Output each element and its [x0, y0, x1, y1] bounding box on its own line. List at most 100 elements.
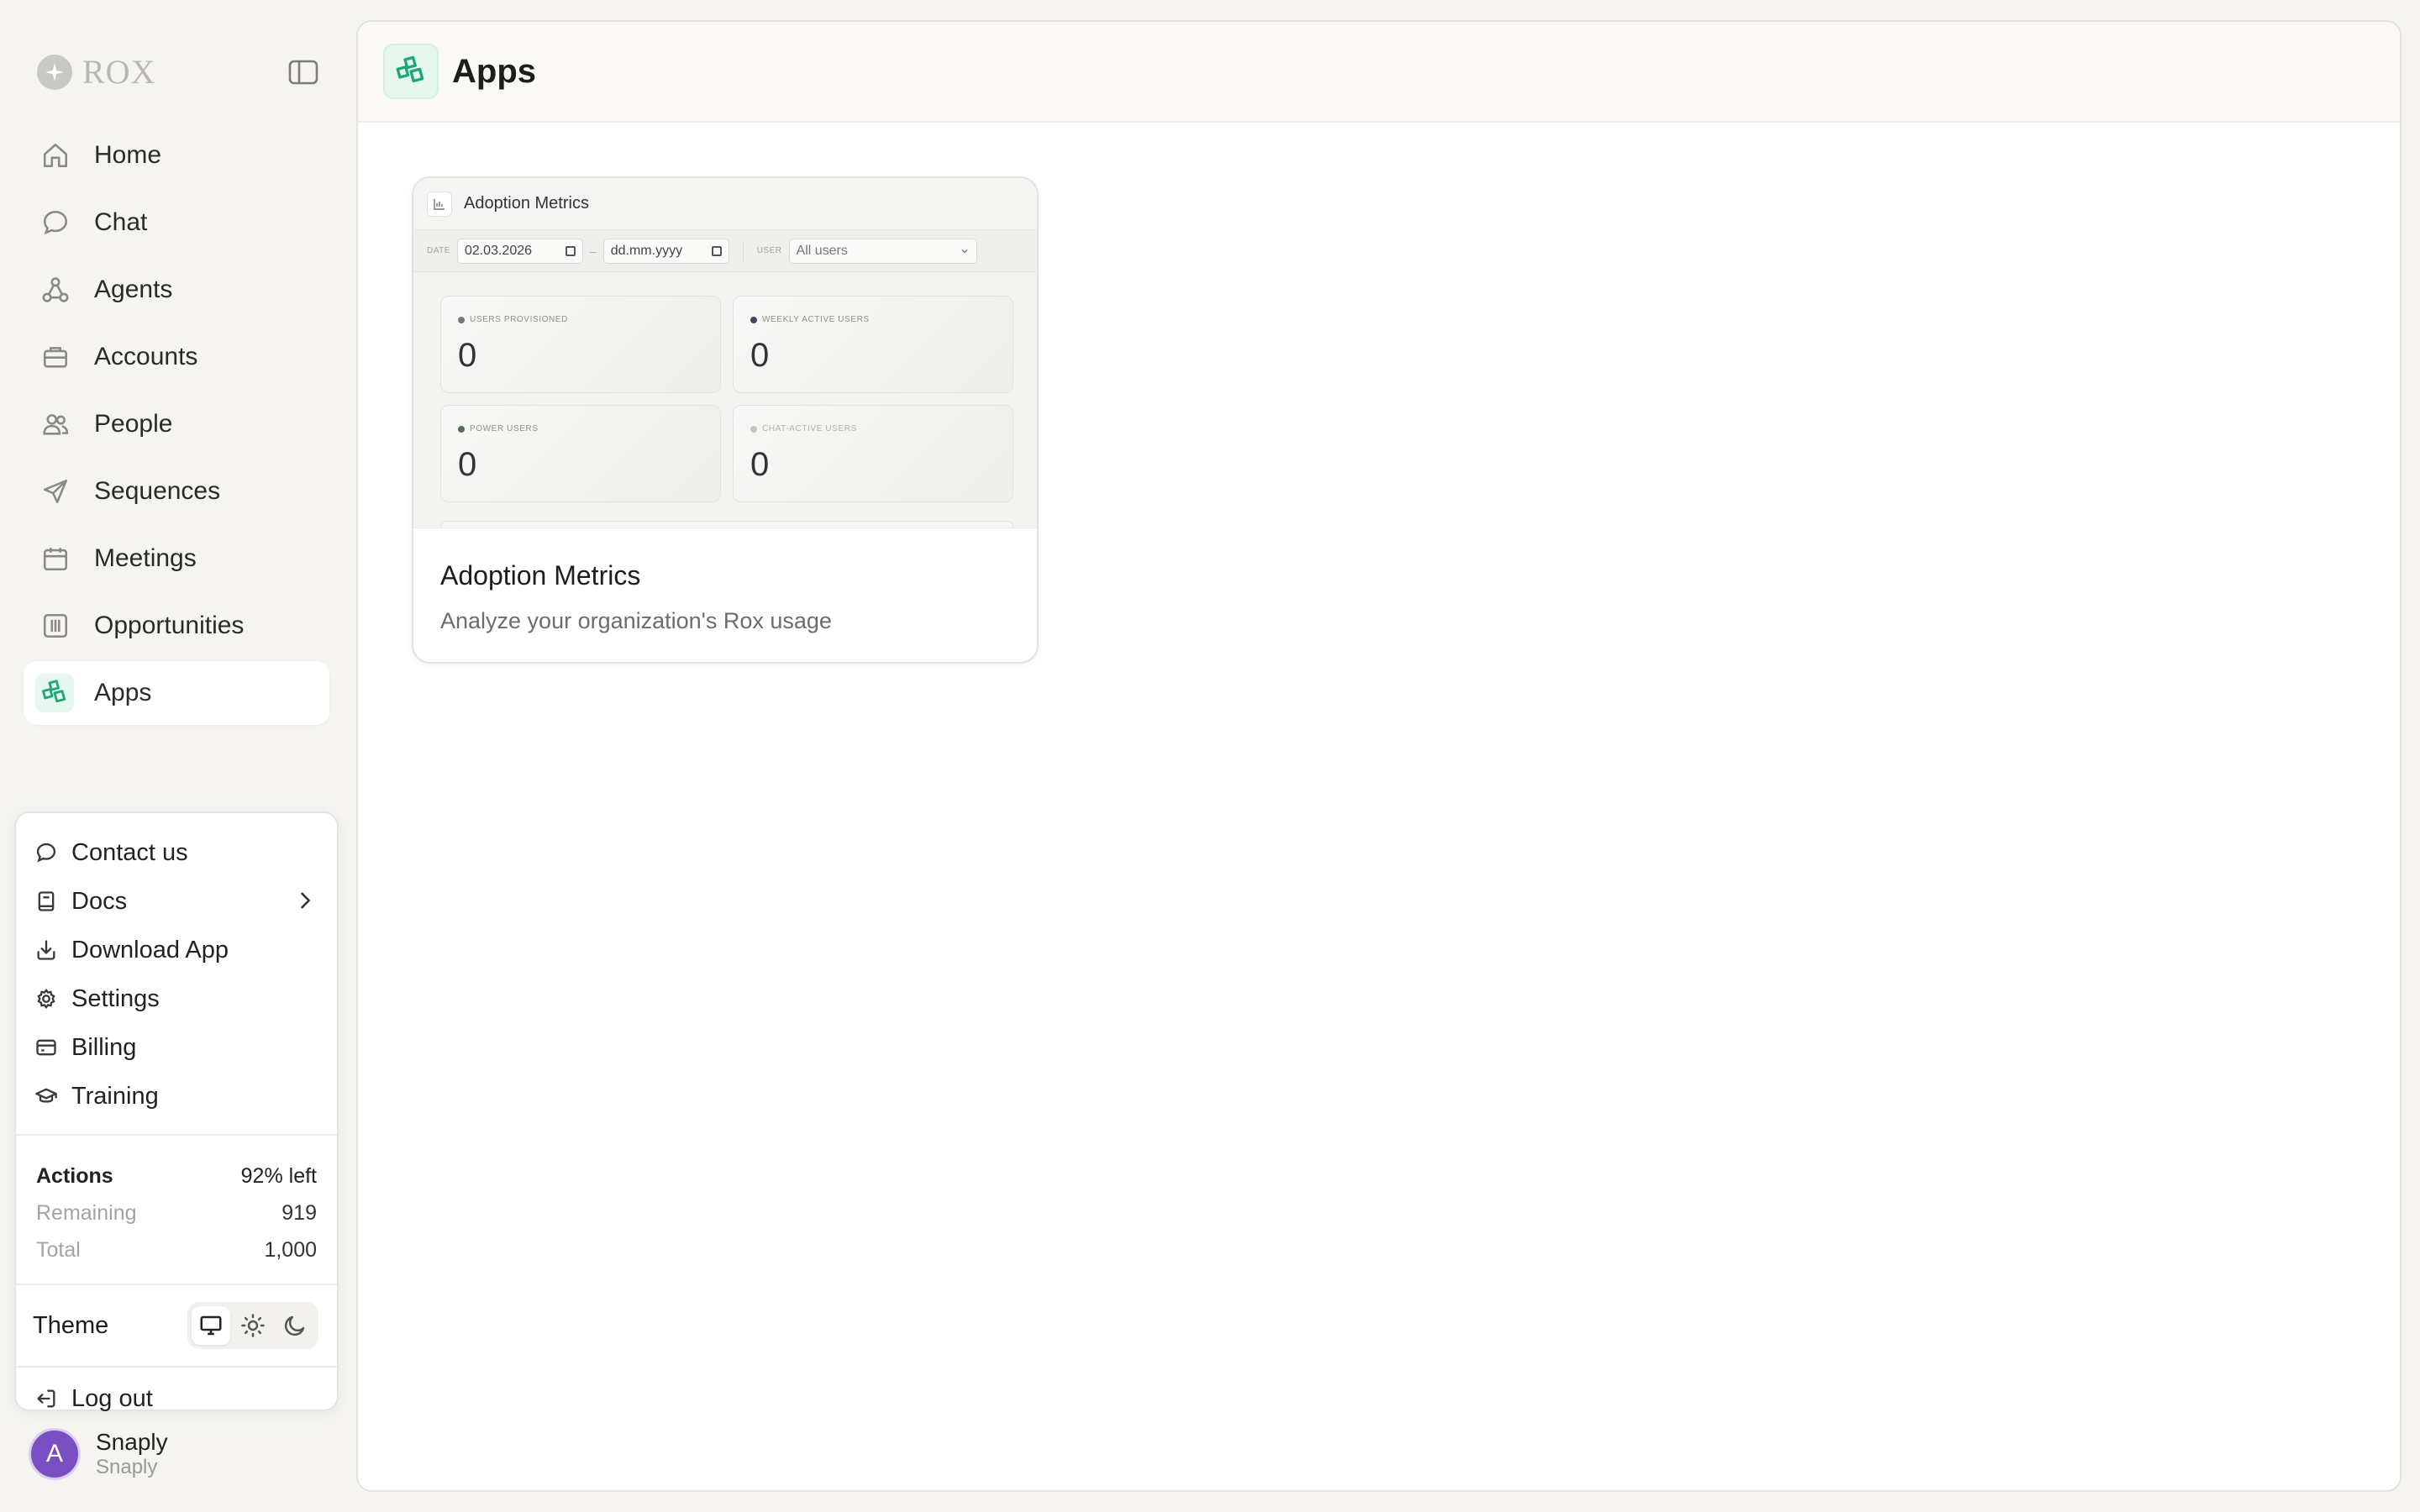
sidebar-toggle-icon — [288, 60, 318, 85]
preview-filters: DATE 02.03.2026 – dd.mm.yyyy USER All us… — [413, 230, 1037, 272]
preview-metric-label: POWER USERS — [458, 424, 539, 433]
menu-label: Download App — [71, 936, 229, 963]
theme-row: Theme — [16, 1285, 337, 1366]
menu-label: Docs — [71, 887, 128, 915]
usage-remaining-label: Remaining — [36, 1200, 137, 1225]
nav-item-people[interactable]: People — [24, 392, 329, 456]
user-org: Snaply — [96, 1456, 158, 1478]
preview-metric-label: USERS PROVISIONED — [458, 315, 568, 324]
menu-label: Settings — [71, 984, 160, 1012]
brand-logo[interactable]: ROX — [37, 52, 155, 92]
preview-date-dash: – — [589, 244, 597, 258]
sidebar: ROX Home Chat Agents Accounts People Seq… — [0, 0, 353, 1512]
download-icon — [33, 937, 60, 963]
app-card-adoption-metrics[interactable]: Adoption Metrics DATE 02.03.2026 – dd.mm… — [412, 176, 1039, 664]
avatar: A — [29, 1428, 81, 1480]
preview-metric-value: 0 — [458, 446, 477, 483]
nav-item-meetings[interactable]: Meetings — [24, 527, 329, 591]
usage-remaining-value: 919 — [281, 1200, 317, 1225]
nav-label: Sequences — [94, 477, 221, 505]
nav-item-chat[interactable]: Chat — [24, 191, 329, 255]
menu-label: Billing — [71, 1033, 137, 1061]
preview-metric-tile: POWER USERS 0 — [440, 405, 721, 502]
columns-icon — [39, 609, 72, 643]
nav-label: Agents — [94, 276, 173, 303]
rox-logo-icon — [37, 54, 72, 90]
preview-date-from: 02.03.2026 — [456, 238, 583, 264]
usage-percent-left: 92% left — [240, 1163, 317, 1188]
user-profile[interactable]: A Snaply Snaply — [29, 1428, 168, 1480]
usage-row-actions: Actions 92% left — [36, 1158, 317, 1194]
preview-header: Adoption Metrics — [413, 178, 1037, 230]
nav-item-agents[interactable]: Agents — [24, 258, 329, 322]
nav-label: People — [94, 410, 173, 438]
main-nav: Home Chat Agents Accounts People Sequenc… — [24, 123, 329, 728]
user-menu: Contact us Docs Download App Settings Bi… — [16, 813, 337, 1121]
moon-icon — [284, 1315, 305, 1336]
menu-item-docs[interactable]: Docs — [16, 877, 337, 926]
nav-item-accounts[interactable]: Accounts — [24, 325, 329, 389]
logout-button[interactable]: Log out — [16, 1368, 337, 1430]
graduation-cap-icon — [33, 1083, 60, 1110]
nav-item-apps[interactable]: Apps — [24, 661, 329, 725]
logout-label: Log out — [71, 1384, 153, 1412]
theme-dark-button[interactable] — [276, 1306, 314, 1345]
preview-next-section — [440, 521, 1013, 528]
usage-total-label: Total — [36, 1237, 81, 1262]
app-preview: Adoption Metrics DATE 02.03.2026 – dd.mm… — [413, 178, 1037, 528]
send-icon — [39, 475, 72, 508]
page-header: Apps — [358, 22, 2400, 123]
apps-icon — [35, 674, 74, 712]
theme-light-button[interactable] — [234, 1306, 272, 1345]
nav-item-home[interactable]: Home — [24, 123, 329, 187]
nav-item-sequences[interactable]: Sequences — [24, 459, 329, 523]
chat-icon — [39, 206, 72, 239]
credit-card-icon — [33, 1034, 60, 1061]
preview-user-select: All users — [788, 238, 977, 264]
book-icon — [33, 888, 60, 915]
apps-icon — [383, 44, 439, 99]
nav-label: Meetings — [94, 544, 197, 572]
bar-chart-icon — [427, 191, 452, 217]
sidebar-toggle-button[interactable] — [284, 55, 323, 89]
theme-toggle — [187, 1302, 318, 1349]
preview-metric-value: 0 — [458, 337, 477, 374]
nav-item-opportunities[interactable]: Opportunities — [24, 594, 329, 658]
brand-name: ROX — [82, 53, 156, 91]
theme-system-button[interactable] — [192, 1306, 230, 1345]
menu-item-billing[interactable]: Billing — [16, 1023, 337, 1072]
menu-item-download-app[interactable]: Download App — [16, 926, 337, 974]
preview-metric-tile: USERS PROVISIONED 0 — [440, 296, 721, 393]
preview-metric-label: WEEKLY ACTIVE USERS — [750, 315, 870, 324]
menu-label: Training — [71, 1082, 159, 1110]
usage-row-total: Total 1,000 — [36, 1231, 317, 1268]
page-title: Apps — [452, 52, 536, 90]
user-menu-popup: Contact us Docs Download App Settings Bi… — [14, 811, 339, 1412]
preview-metric-label: CHAT-ACTIVE USERS — [750, 424, 857, 433]
usage-row-remaining: Remaining 919 — [36, 1194, 317, 1231]
menu-item-settings[interactable]: Settings — [16, 974, 337, 1023]
preview-date-from-value: 02.03.2026 — [464, 243, 533, 258]
preview-title: Adoption Metrics — [464, 194, 589, 213]
agents-icon — [39, 273, 72, 307]
nav-label: Opportunities — [94, 612, 245, 639]
menu-item-training[interactable]: Training — [16, 1072, 337, 1121]
sun-icon — [241, 1314, 265, 1337]
preview-date-to-value: dd.mm.yyyy — [610, 243, 683, 258]
chevron-down-icon — [961, 249, 968, 253]
user-name: Snaply — [96, 1429, 168, 1455]
gear-icon — [33, 985, 60, 1012]
divider — [742, 240, 744, 261]
usage-total-value: 1,000 — [264, 1237, 317, 1262]
preview-metric-value: 0 — [750, 446, 770, 483]
calendar-icon — [565, 245, 576, 256]
usage-title: Actions — [36, 1163, 113, 1188]
menu-item-contact-us[interactable]: Contact us — [16, 828, 337, 877]
preview-metric-tile: WEEKLY ACTIVE USERS 0 — [733, 296, 1013, 393]
preview-user-value: All users — [796, 243, 848, 258]
monitor-icon — [200, 1315, 222, 1336]
briefcase-icon — [39, 340, 72, 374]
app-card-description: Analyze your organization's Rox usage — [440, 608, 832, 633]
user-info: Snaply Snaply — [96, 1429, 168, 1479]
preview-date-label: DATE — [427, 246, 450, 255]
